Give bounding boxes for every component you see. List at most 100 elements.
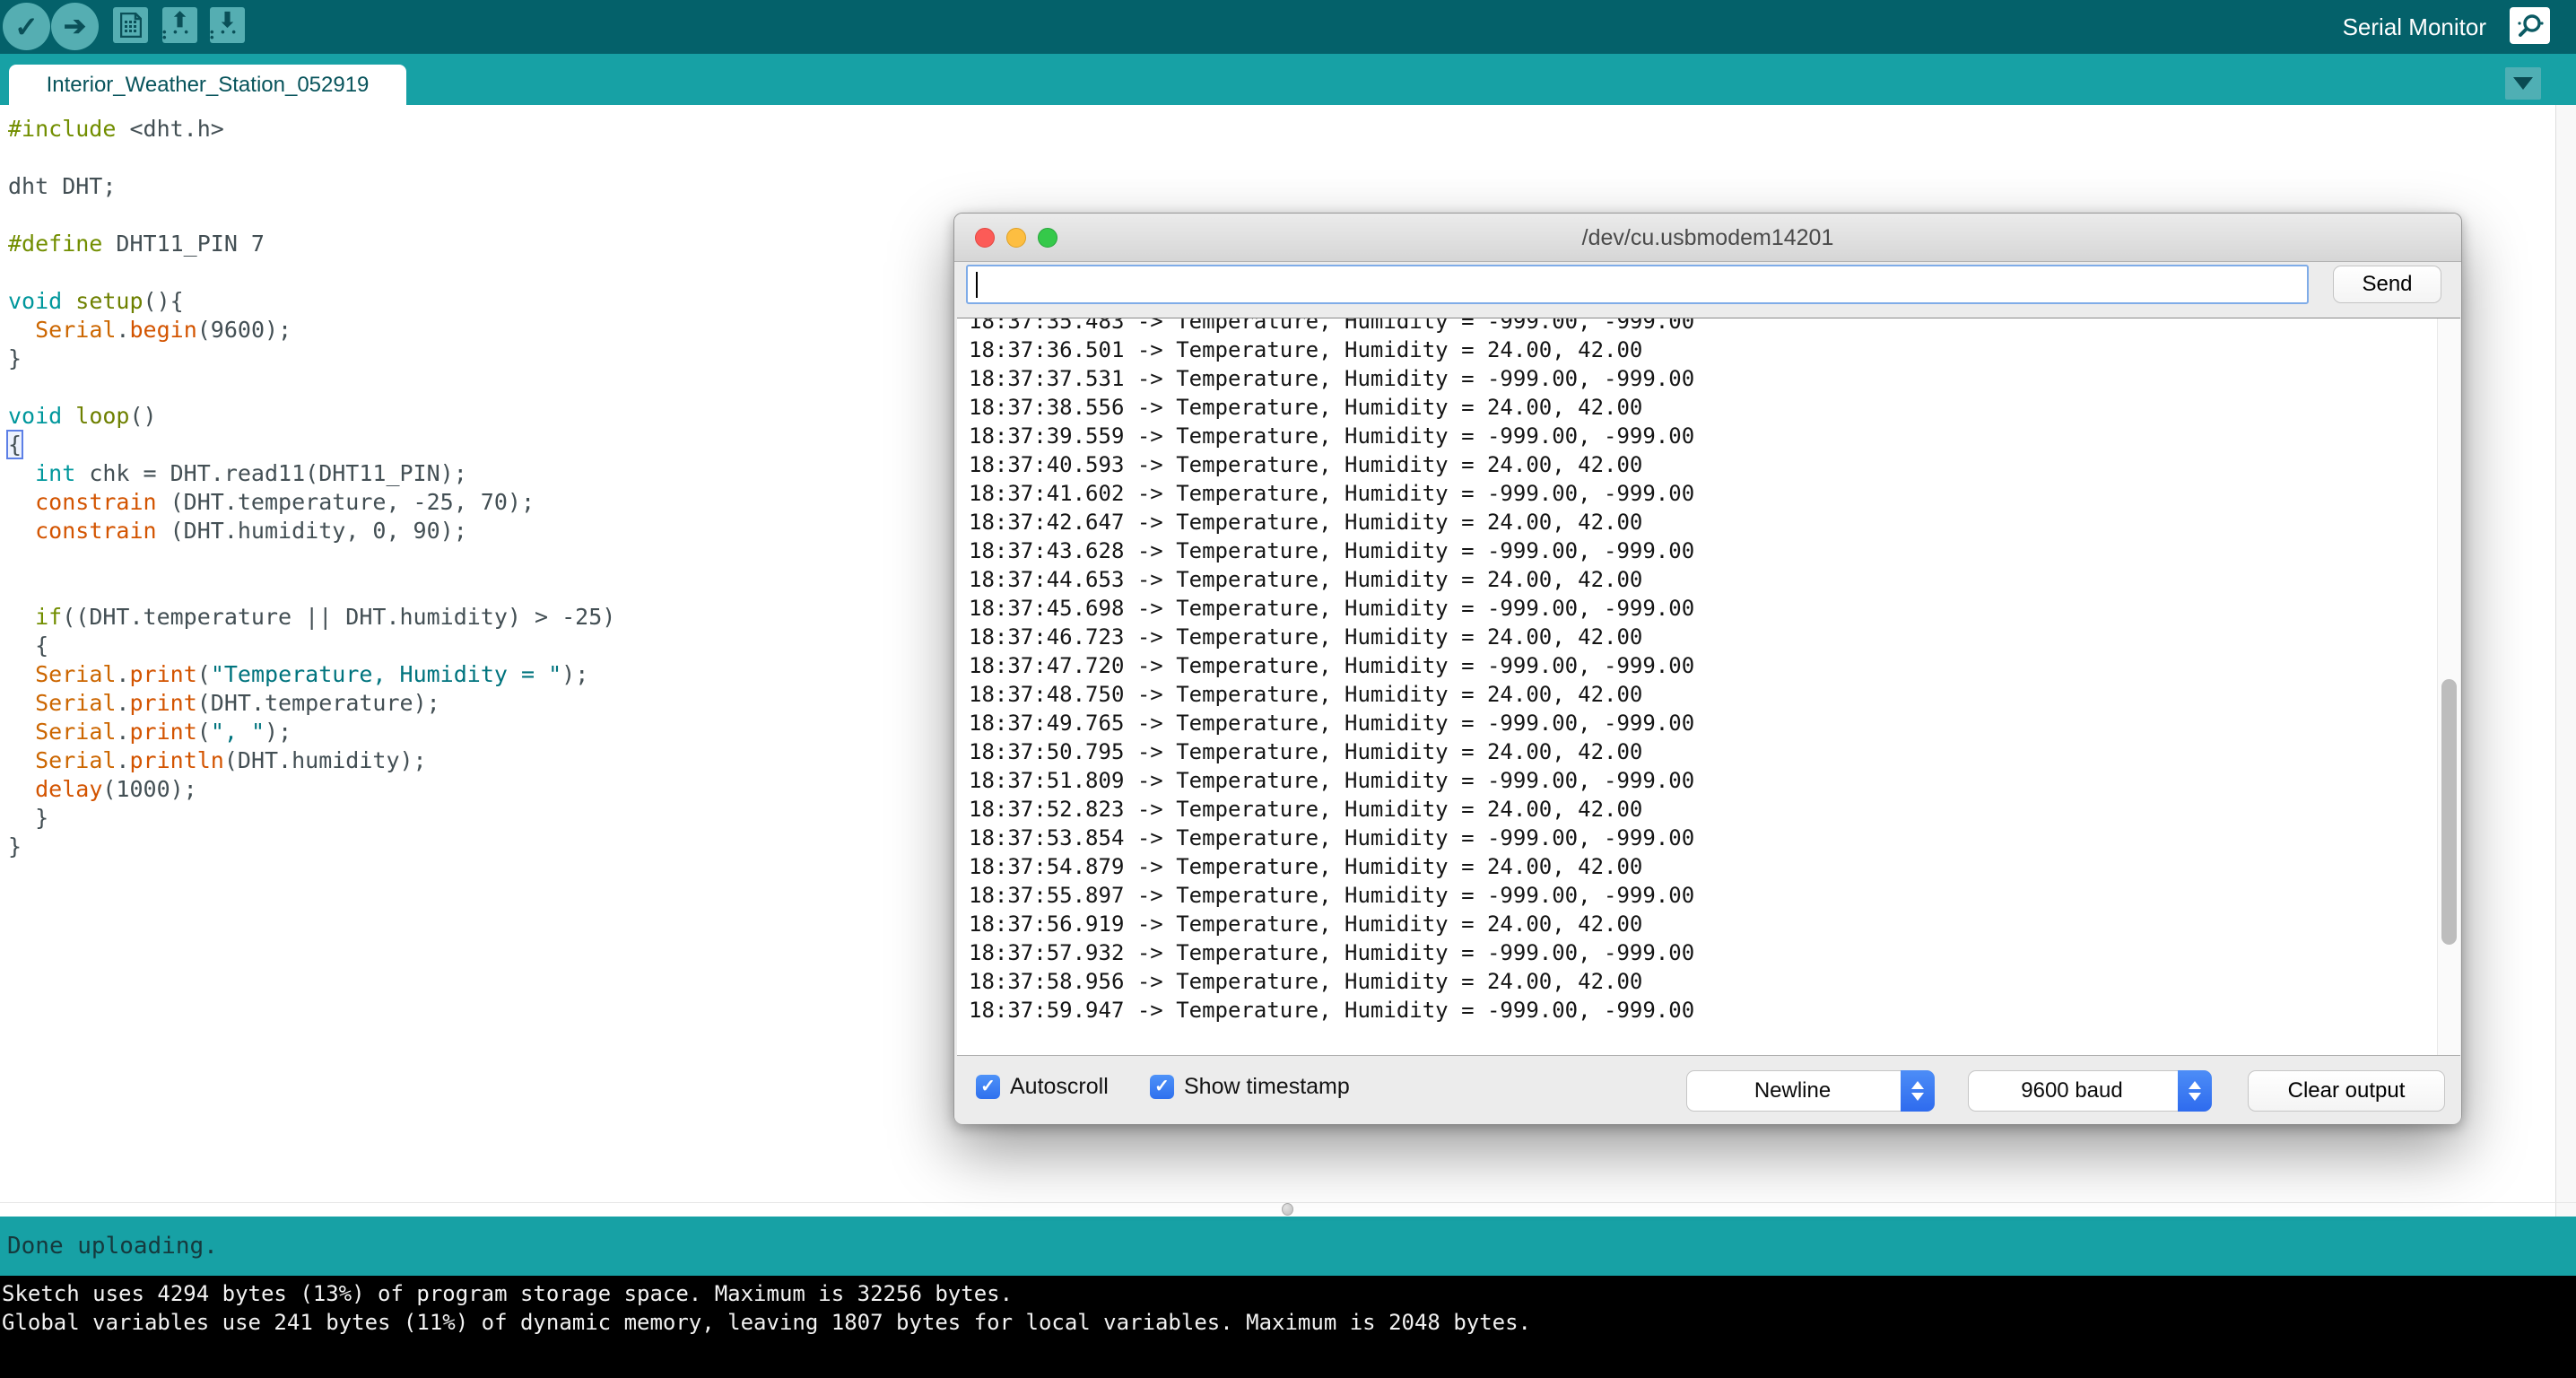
serial-log-line: 18:37:42.647 -> Temperature, Humidity = … (969, 508, 2460, 536)
console-line: Sketch uses 4294 bytes (13%) of program … (2, 1281, 1013, 1306)
code-line: void loop() (8, 402, 615, 431)
baud-rate-value: 9600 baud (1969, 1071, 2175, 1111)
code-line: dht DHT; (8, 172, 615, 201)
serial-monitor-footer: ✓ Autoscroll ✓ Show timestamp Newline 96… (954, 1056, 2461, 1124)
serial-log-line: 18:37:54.879 -> Temperature, Humidity = … (969, 852, 2460, 881)
console-output: Sketch uses 4294 bytes (13%) of program … (0, 1276, 2576, 1378)
text-caret (976, 272, 978, 298)
serial-log-line: 18:37:52.823 -> Temperature, Humidity = … (969, 795, 2460, 824)
editor-scrollbar[interactable] (2555, 105, 2576, 1217)
tab-interior-weather-station[interactable]: Interior_Weather_Station_052919 (9, 65, 406, 105)
serial-input-field[interactable] (966, 265, 2309, 304)
upload-button[interactable]: ➔ (51, 3, 99, 50)
code-line: } (8, 833, 615, 861)
send-button[interactable]: Send (2333, 266, 2441, 303)
verify-check-icon: ✓ (14, 10, 39, 44)
log-scrollbar-track[interactable] (2437, 318, 2460, 1055)
triangle-down-icon (2513, 77, 2533, 90)
code-line (8, 258, 615, 287)
code-line: delay(1000); (8, 775, 615, 804)
code-line (8, 545, 615, 574)
new-sketch-button[interactable] (113, 7, 148, 43)
serial-log-line: 18:37:48.750 -> Temperature, Humidity = … (969, 680, 2460, 709)
open-button[interactable]: ⬆ • • • • (162, 7, 197, 43)
autoscroll-label: Autoscroll (1010, 1075, 1109, 1099)
serial-log-line: 18:37:38.556 -> Temperature, Humidity = … (969, 393, 2460, 422)
popup-stepper-icon (2178, 1070, 2212, 1112)
code-line: Serial.begin(9600); (8, 316, 615, 344)
code-line: } (8, 804, 615, 833)
code-line: #include <dht.h> (8, 115, 615, 144)
serial-log-line: 18:37:45.698 -> Temperature, Humidity = … (969, 594, 2460, 623)
serial-log-line: 18:37:47.720 -> Temperature, Humidity = … (969, 651, 2460, 680)
code-line: Serial.print("Temperature, Humidity = ")… (8, 660, 615, 689)
serial-log-line: 18:37:37.531 -> Temperature, Humidity = … (969, 364, 2460, 393)
clear-output-button[interactable]: Clear output (2248, 1070, 2445, 1112)
serial-log-line: 18:37:59.947 -> Temperature, Humidity = … (969, 996, 2460, 1025)
serial-log-line: 18:37:49.765 -> Temperature, Humidity = … (969, 709, 2460, 737)
code-line: constrain (DHT.temperature, -25, 70); (8, 488, 615, 517)
code-line: constrain (DHT.humidity, 0, 90); (8, 517, 615, 545)
code-line: void setup(){ (8, 287, 615, 316)
serial-log-line: 18:37:35.483 -> Temperature, Humidity = … (969, 318, 2460, 336)
code-line (8, 144, 615, 172)
code-line (8, 373, 615, 402)
arduino-ide-window: ✓ ➔ ⬆ • • • • ⬇ • • • • Serial Monitor (0, 0, 2576, 1378)
line-ending-select[interactable]: Newline (1686, 1070, 1935, 1112)
serial-log-line: 18:37:41.602 -> Temperature, Humidity = … (969, 479, 2460, 508)
status-message: Done uploading. (7, 1217, 218, 1276)
serial-monitor-button[interactable] (2510, 7, 2550, 44)
popup-stepper-icon (1901, 1070, 1935, 1112)
show-timestamp-label: Show timestamp (1184, 1075, 1350, 1099)
code-line: if((DHT.temperature || DHT.humidity) > -… (8, 603, 615, 632)
log-scrollbar-thumb[interactable] (2441, 679, 2457, 945)
magnifier-icon (2517, 13, 2544, 39)
autoscroll-checkbox[interactable]: ✓ (976, 1075, 1000, 1099)
code-line: Serial.print(DHT.temperature); (8, 689, 615, 718)
serial-log-line: 18:37:36.501 -> Temperature, Humidity = … (969, 336, 2460, 364)
open-dots-icon: • • • • (162, 30, 197, 40)
upload-arrow-icon: ➔ (64, 11, 86, 42)
serial-log-line: 18:37:51.809 -> Temperature, Humidity = … (969, 766, 2460, 795)
tab-list-dropdown-button[interactable] (2505, 67, 2541, 100)
code-area: #include <dht.h> dht DHT; #define DHT11_… (8, 115, 615, 861)
serial-log-line: 18:37:39.559 -> Temperature, Humidity = … (969, 422, 2460, 450)
window-title: /dev/cu.usbmodem14201 (954, 214, 2461, 262)
serial-log-line: 18:37:58.956 -> Temperature, Humidity = … (969, 967, 2460, 996)
code-line: int chk = DHT.read11(DHT11_PIN); (8, 459, 615, 488)
serial-log-area: 18:37:35.483 -> Temperature, Humidity = … (957, 318, 2460, 1056)
serial-log-text: 18:37:35.483 -> Temperature, Humidity = … (957, 318, 2460, 1025)
serial-monitor-titlebar[interactable]: /dev/cu.usbmodem14201 (954, 214, 2461, 262)
code-line: Serial.println(DHT.humidity); (8, 746, 615, 775)
code-line: Serial.print(", "); (8, 718, 615, 746)
code-line (8, 574, 615, 603)
show-timestamp-checkbox[interactable]: ✓ (1150, 1075, 1174, 1099)
code-line: { (8, 632, 615, 660)
code-line: { (8, 431, 615, 459)
new-document-icon (120, 13, 142, 38)
serial-monitor-label: Serial Monitor (2343, 0, 2486, 54)
serial-log-line: 18:37:57.932 -> Temperature, Humidity = … (969, 938, 2460, 967)
save-dots-icon: • • • • (210, 30, 245, 40)
serial-log-line: 18:37:43.628 -> Temperature, Humidity = … (969, 536, 2460, 565)
status-bar: Done uploading. (0, 1217, 2576, 1276)
save-button[interactable]: ⬇ • • • • (210, 7, 245, 43)
serial-log-line: 18:37:56.919 -> Temperature, Humidity = … (969, 910, 2460, 938)
verify-button[interactable]: ✓ (3, 3, 50, 50)
console-line: Global variables use 241 bytes (11%) of … (2, 1310, 1531, 1335)
code-line: #define DHT11_PIN 7 (8, 230, 615, 258)
baud-rate-select[interactable]: 9600 baud (1968, 1070, 2212, 1112)
divider-handle[interactable] (1282, 1203, 1293, 1216)
code-line: } (8, 344, 615, 373)
code-line (8, 201, 615, 230)
serial-log-line: 18:37:50.795 -> Temperature, Humidity = … (969, 737, 2460, 766)
serial-monitor-window: /dev/cu.usbmodem14201 Send 18:37:35.483 … (953, 213, 2462, 1124)
serial-log-line: 18:37:53.854 -> Temperature, Humidity = … (969, 824, 2460, 852)
serial-log-line: 18:37:46.723 -> Temperature, Humidity = … (969, 623, 2460, 651)
line-ending-value: Newline (1687, 1071, 1898, 1111)
toolbar: ✓ ➔ ⬆ • • • • ⬇ • • • • Serial Monitor (0, 0, 2576, 54)
serial-log-line: 18:37:55.897 -> Temperature, Humidity = … (969, 881, 2460, 910)
serial-log-line: 18:37:40.593 -> Temperature, Humidity = … (969, 450, 2460, 479)
serial-log-line: 18:37:44.653 -> Temperature, Humidity = … (969, 565, 2460, 594)
tab-bar: Interior_Weather_Station_052919 (0, 54, 2576, 105)
